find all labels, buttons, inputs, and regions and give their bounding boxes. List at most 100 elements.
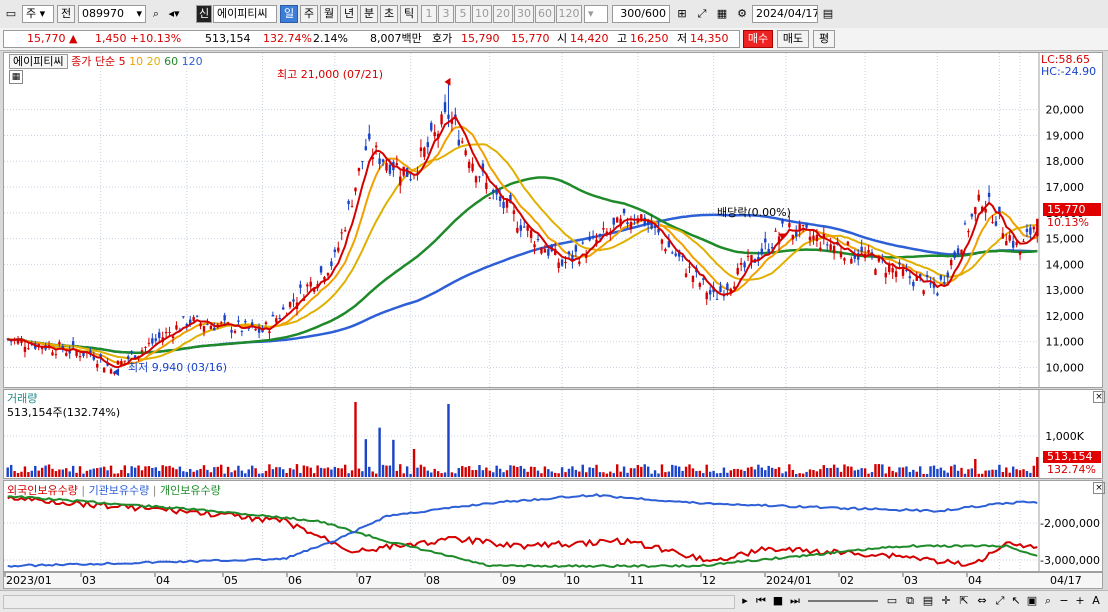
compare-icon[interactable]: ⧉ <box>902 592 918 610</box>
period-tick[interactable]: 틱 <box>400 5 418 23</box>
trade-amount: 8,007백만 <box>370 32 422 45</box>
volume-bar <box>691 468 695 477</box>
candle-body <box>698 283 702 287</box>
volume-bar <box>805 471 808 477</box>
speaker-icon[interactable]: ◂▾ <box>166 5 182 23</box>
volume-bar <box>299 473 302 477</box>
forward-icon[interactable]: ⏭ <box>787 592 803 610</box>
date-field[interactable]: 2024/04/17 <box>752 5 818 23</box>
minute-step-1[interactable]: 1 <box>421 5 437 23</box>
sell-button[interactable]: 매도 <box>777 30 809 48</box>
candle-body <box>364 146 368 151</box>
minute-step-20[interactable]: 20 <box>493 5 513 23</box>
candle-body <box>901 269 905 276</box>
crosshair-icon[interactable]: ✛ <box>938 592 954 610</box>
volume-bar <box>223 473 226 477</box>
minute-step-120[interactable]: 120 <box>556 5 582 23</box>
stock-label[interactable]: 에이피티씨 <box>9 54 68 69</box>
fit-icon[interactable]: ▭ <box>884 592 900 610</box>
drawing-tool-icon[interactable]: ⤢ <box>694 5 710 23</box>
candle-body <box>949 259 953 266</box>
candle-body <box>557 262 560 269</box>
count-field[interactable]: 300/600 <box>612 5 670 23</box>
foreign-holding-label: 외국인보유수량 <box>7 484 78 497</box>
expand-icon[interactable]: ⤢ <box>992 592 1008 610</box>
candle-body <box>102 367 106 373</box>
prev-button[interactable]: 전 <box>57 5 75 23</box>
search-icon[interactable]: ⌕ <box>148 5 164 23</box>
x-tick-label: 02 <box>840 574 854 587</box>
candle-body <box>71 341 75 346</box>
period-minute[interactable]: 분 <box>360 5 378 23</box>
auto-scale-icon[interactable]: A <box>1088 592 1104 610</box>
volume-bar <box>474 469 478 477</box>
bid-price: 15,770 <box>511 32 550 45</box>
volume-bar <box>698 470 702 477</box>
pointer-icon[interactable]: ↖ <box>1008 592 1024 610</box>
candle-body <box>891 268 894 273</box>
period-second[interactable]: 초 <box>380 5 398 23</box>
period-month[interactable]: 월 <box>320 5 338 23</box>
candle-body <box>488 197 491 199</box>
minute-step-10[interactable]: 10 <box>472 5 492 23</box>
minute-step-3[interactable]: 3 <box>438 5 454 23</box>
candle-body <box>1008 235 1011 241</box>
price-panel: 10,00011,00012,00013,00014,00015,00016,0… <box>3 52 1103 388</box>
volume-bar <box>261 473 264 477</box>
candle-body <box>898 262 901 265</box>
volume-bar <box>526 471 529 477</box>
scroll-right-icon[interactable]: ▸ <box>737 592 753 610</box>
candle-body <box>192 317 195 321</box>
scrollbar-track[interactable] <box>3 595 735 609</box>
candle-body <box>736 267 739 275</box>
candle-body <box>788 223 791 228</box>
volume-bar <box>430 472 433 477</box>
type-select[interactable]: 주 ▾ <box>22 5 54 23</box>
candle-type-icon[interactable]: ⊞ <box>674 5 690 23</box>
period-day[interactable]: 일 <box>280 5 298 23</box>
minute-step-30[interactable]: 30 <box>514 5 534 23</box>
stock-name-field[interactable]: 에이피티씨 <box>213 5 277 23</box>
candle-body <box>743 262 746 268</box>
volume-bar <box>364 439 368 477</box>
panel-close-icon-2[interactable]: × <box>1093 482 1105 494</box>
candle-body <box>447 114 450 119</box>
zoom-icon[interactable]: ⌕ <box>1040 592 1056 610</box>
image-icon[interactable]: ▣ <box>1024 592 1040 610</box>
volume-bar <box>240 470 244 477</box>
eval-button[interactable]: 평 <box>813 30 835 48</box>
zoom-out-icon[interactable]: − <box>1056 592 1072 610</box>
minute-step-60[interactable]: 60 <box>535 5 555 23</box>
candle-body <box>140 350 144 352</box>
layout-icon[interactable]: ▤ <box>920 592 936 610</box>
panel-close-icon[interactable]: × <box>1093 391 1105 403</box>
buy-button[interactable]: 매수 <box>743 30 773 48</box>
grid-icon[interactable]: ▦ <box>714 5 730 23</box>
zoom-slider[interactable] <box>808 600 878 602</box>
table-toggle-icon[interactable]: ▦ <box>9 70 23 84</box>
gear-icon[interactable]: ⚙ <box>734 5 750 23</box>
calendar-icon[interactable]: ▤ <box>820 5 836 23</box>
stretch-icon[interactable]: ⇔ <box>974 592 990 610</box>
custom-step-select[interactable]: ▾ <box>584 5 608 23</box>
volume-tick-label: 1,000K <box>1045 430 1084 443</box>
stop-icon[interactable]: ■ <box>770 592 786 610</box>
volume-bar <box>323 468 326 477</box>
volume-bar <box>619 471 622 477</box>
rewind-icon[interactable]: ⏮ <box>753 592 769 610</box>
period-year[interactable]: 년 <box>340 5 358 23</box>
volume-bar <box>956 470 960 477</box>
zoom-in-icon[interactable]: + <box>1072 592 1088 610</box>
y-tick-label: 19,000 <box>1046 129 1085 142</box>
stock-code-input[interactable]: 089970 ▾ <box>78 5 146 23</box>
volume-bar <box>667 471 671 477</box>
candle-body <box>426 142 430 148</box>
period-week[interactable]: 주 <box>300 5 318 23</box>
candle-body <box>560 259 564 266</box>
volume-bar <box>729 470 733 477</box>
volume-bar <box>278 467 281 477</box>
volume-bar <box>605 473 609 477</box>
window-icon[interactable]: ▭ <box>3 5 19 23</box>
cursor-icon[interactable]: ⇱ <box>956 592 972 610</box>
minute-step-5[interactable]: 5 <box>455 5 471 23</box>
